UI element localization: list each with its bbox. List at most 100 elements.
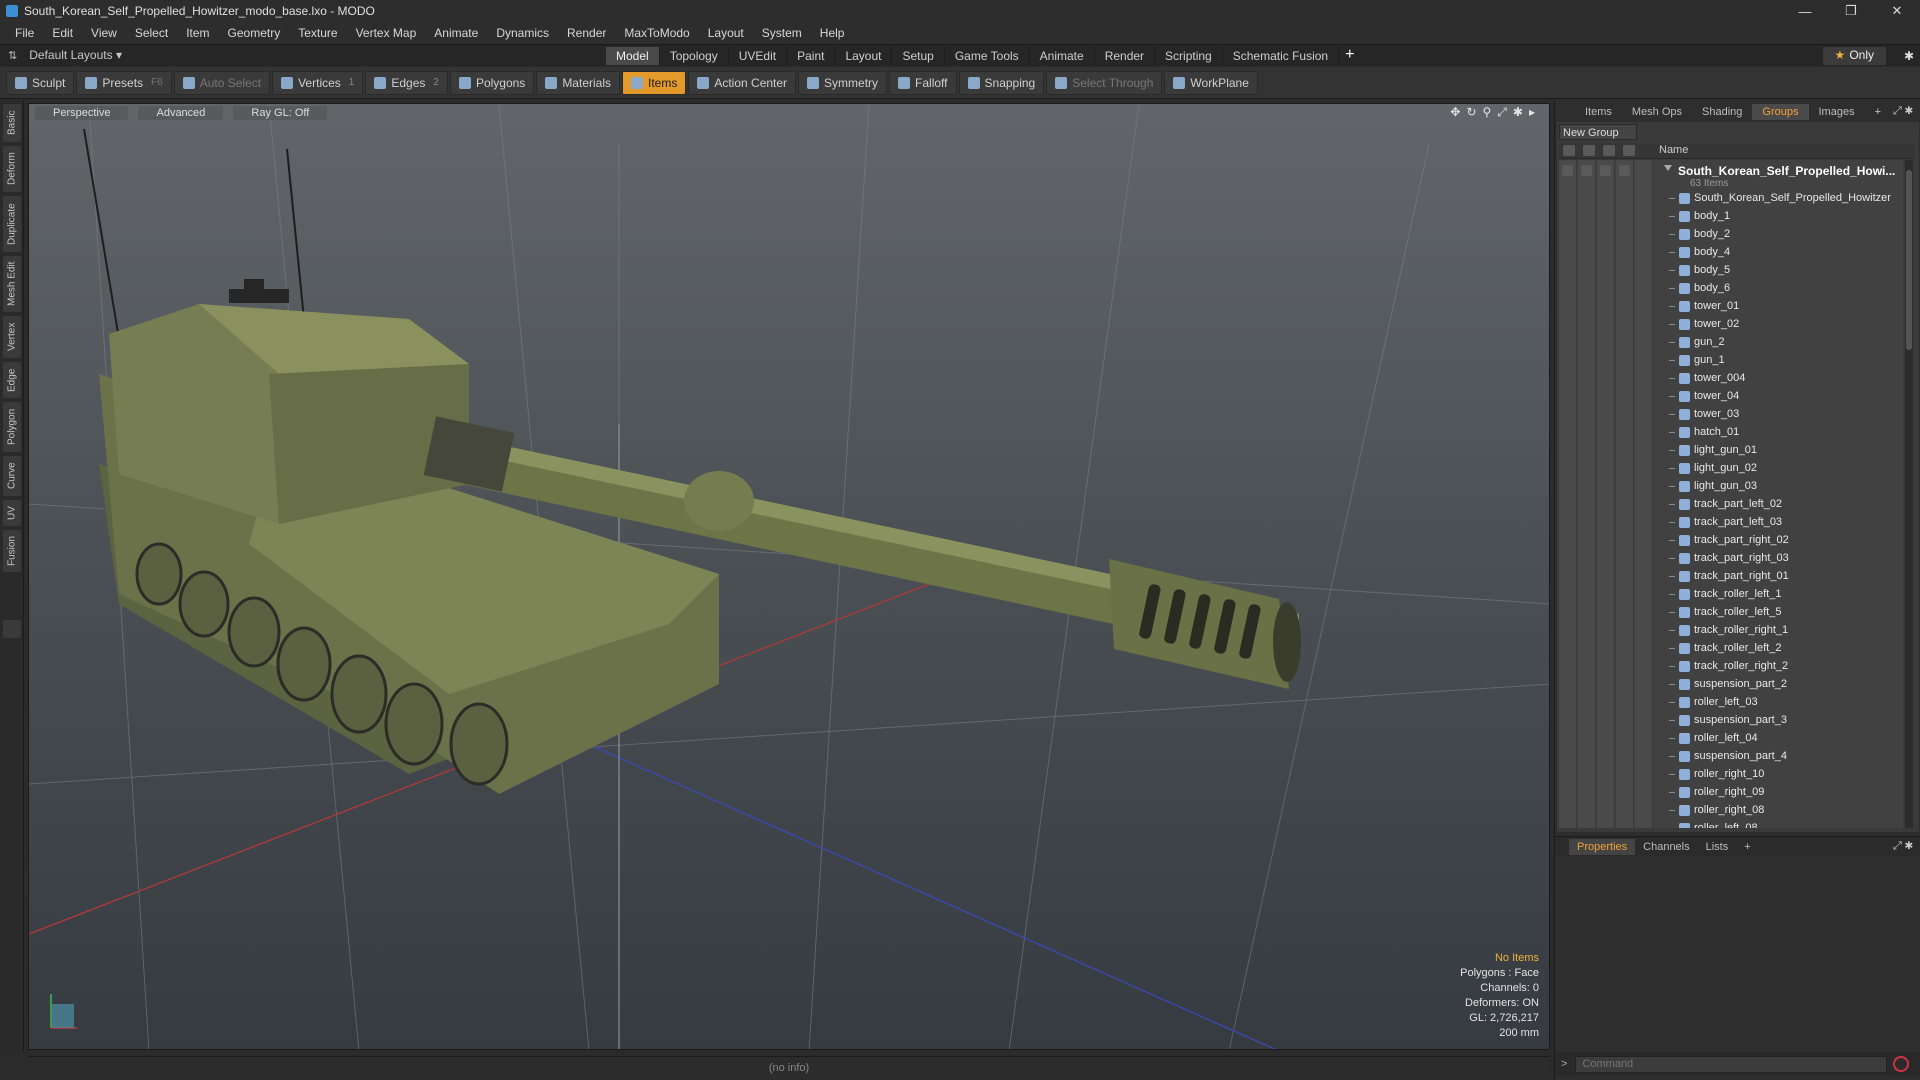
properties-expand-icon[interactable]: ⤢ ✱ — [1893, 840, 1913, 853]
minimize-button[interactable]: — — [1782, 0, 1828, 22]
tab-groups[interactable]: Groups — [1752, 104, 1809, 120]
menu-item[interactable]: Item — [177, 26, 218, 40]
tab-vertex[interactable]: Vertex — [3, 316, 21, 358]
tab-deform[interactable]: Deform — [3, 146, 21, 192]
group-item-row[interactable]: roller_right_08 — [1559, 802, 1903, 820]
visibility-icon[interactable] — [1562, 165, 1573, 176]
group-item-row[interactable]: South_Korean_Self_Propelled_Howitzer — [1559, 190, 1903, 208]
menu-geometry[interactable]: Geometry — [219, 26, 290, 40]
command-history-icon[interactable]: > — [1561, 1058, 1567, 1070]
tab-schematic-fusion[interactable]: Schematic Fusion — [1223, 47, 1340, 65]
only-toggle[interactable]: ★ Only — [1822, 47, 1886, 65]
group-item-row[interactable]: tower_004 — [1559, 370, 1903, 388]
menu-system[interactable]: System — [753, 26, 811, 40]
stop-icon[interactable] — [1893, 1056, 1910, 1072]
3d-viewport[interactable]: Perspective Advanced Ray GL: Off ✥ ↻ ⚲ ⤢… — [28, 103, 1550, 1050]
expand-icon[interactable] — [1664, 165, 1672, 171]
group-item-row[interactable]: track_part_right_03 — [1559, 550, 1903, 568]
group-item-row[interactable]: track_roller_right_2 — [1559, 658, 1903, 676]
group-item-row[interactable]: body_6 — [1559, 280, 1903, 298]
tab-fusion[interactable]: Fusion — [3, 530, 21, 572]
group-item-row[interactable]: track_roller_left_5 — [1559, 604, 1903, 622]
group-item-row[interactable]: body_2 — [1559, 226, 1903, 244]
presets-button[interactable]: Presets F6 — [76, 70, 172, 95]
tab-curve[interactable]: Curve — [3, 456, 21, 496]
menu-render[interactable]: Render — [558, 26, 615, 40]
group-item-row[interactable]: track_roller_right_1 — [1559, 622, 1903, 640]
group-item-row[interactable]: light_gun_02 — [1559, 460, 1903, 478]
tab-paint[interactable]: Paint — [787, 47, 836, 65]
group-item-row[interactable]: track_roller_left_1 — [1559, 586, 1903, 604]
tab-items[interactable]: Items — [1575, 104, 1622, 120]
group-item-row[interactable]: roller_right_09 — [1559, 784, 1903, 802]
viewport-expand-icon[interactable]: ▸ — [1529, 105, 1535, 120]
tab-setup[interactable]: Setup — [892, 47, 945, 65]
group-item-row[interactable]: suspension_part_2 — [1559, 676, 1903, 694]
group-item-row[interactable]: roller_left_08 — [1559, 820, 1903, 828]
tab-channels[interactable]: Channels — [1635, 839, 1697, 855]
layout-collapse-icon[interactable]: ⇅ — [8, 49, 17, 62]
sculpt-button[interactable]: Sculpt — [6, 70, 75, 95]
action-center-button[interactable]: Action Center — [688, 70, 797, 95]
tab-uv[interactable]: UV — [3, 500, 21, 526]
tab-properties[interactable]: Properties — [1569, 838, 1636, 855]
close-button[interactable]: ✕ — [1874, 0, 1920, 22]
lock-column-icon[interactable] — [1603, 145, 1615, 156]
group-item-row[interactable]: track_roller_left_2 — [1559, 640, 1903, 658]
materials-button[interactable]: Materials — [536, 70, 620, 95]
falloff-button[interactable]: Falloff — [889, 70, 957, 95]
group-item-row[interactable]: tower_03 — [1559, 406, 1903, 424]
menu-maxtomodo[interactable]: MaxToModo — [615, 26, 698, 40]
select-icon[interactable] — [1619, 165, 1630, 176]
tab-model[interactable]: Model — [606, 47, 660, 65]
visibility-column-icon[interactable] — [1563, 145, 1575, 156]
tab-game-tools[interactable]: Game Tools — [945, 47, 1030, 65]
menu-layout[interactable]: Layout — [699, 26, 753, 40]
items-button[interactable]: Items — [622, 70, 687, 95]
render-icon[interactable] — [1581, 165, 1592, 176]
group-item-row[interactable]: tower_01 — [1559, 298, 1903, 316]
gear-icon[interactable]: ✱ — [1898, 49, 1920, 63]
palette-toggle-icon[interactable] — [3, 620, 21, 638]
workplane-button[interactable]: WorkPlane — [1164, 70, 1258, 95]
group-item-row[interactable]: body_4 — [1559, 244, 1903, 262]
tab-mesh-ops[interactable]: Mesh Ops — [1622, 104, 1692, 120]
menu-dynamics[interactable]: Dynamics — [487, 26, 558, 40]
menu-edit[interactable]: Edit — [43, 26, 82, 40]
tab-images[interactable]: Images — [1809, 104, 1865, 120]
group-item-row[interactable]: light_gun_03 — [1559, 478, 1903, 496]
select-column-icon[interactable] — [1623, 145, 1635, 156]
group-item-row[interactable]: track_part_left_02 — [1559, 496, 1903, 514]
group-item-row[interactable]: tower_04 — [1559, 388, 1903, 406]
group-item-row[interactable]: gun_1 — [1559, 352, 1903, 370]
tab-topology[interactable]: Topology — [660, 47, 729, 65]
group-item-row[interactable]: light_gun_01 — [1559, 442, 1903, 460]
snapping-button[interactable]: Snapping — [958, 70, 1045, 95]
layout-dropdown[interactable]: Default Layouts ▾ — [29, 48, 122, 62]
group-item-row[interactable]: roller_left_03 — [1559, 694, 1903, 712]
group-row[interactable]: South_Korean_Self_Propelled_Howi... 63 It… — [1559, 162, 1903, 189]
tab-animate[interactable]: Animate — [1030, 47, 1095, 65]
rotate-icon[interactable]: ↻ — [1466, 105, 1476, 120]
add-tab-button[interactable]: + — [1339, 47, 1360, 65]
new-group-button[interactable]: New Group — [1559, 124, 1637, 140]
add-panel-tab-button[interactable]: + — [1865, 104, 1891, 120]
scroll-thumb[interactable] — [1906, 170, 1912, 350]
group-item-row[interactable]: body_5 — [1559, 262, 1903, 280]
render-column-icon[interactable] — [1583, 145, 1595, 156]
lock-icon[interactable] — [1600, 165, 1611, 176]
group-item-row[interactable]: tower_02 — [1559, 316, 1903, 334]
select-through-button[interactable]: Select Through — [1046, 70, 1163, 95]
group-item-row[interactable]: track_part_left_03 — [1559, 514, 1903, 532]
tab-render[interactable]: Render — [1095, 47, 1156, 65]
menu-view[interactable]: View — [82, 26, 126, 40]
menu-texture[interactable]: Texture — [289, 26, 346, 40]
viewport-settings-icon[interactable]: ✱ — [1513, 105, 1523, 120]
edges-button[interactable]: Edges 2 — [365, 70, 448, 95]
menu-select[interactable]: Select — [126, 26, 177, 40]
pan-icon[interactable]: ✥ — [1450, 105, 1460, 120]
name-column-header[interactable]: Name — [1659, 144, 1688, 156]
tab-uvedit[interactable]: UVEdit — [729, 47, 788, 65]
tab-shading[interactable]: Shading — [1692, 104, 1752, 120]
group-item-row[interactable]: body_1 — [1559, 208, 1903, 226]
